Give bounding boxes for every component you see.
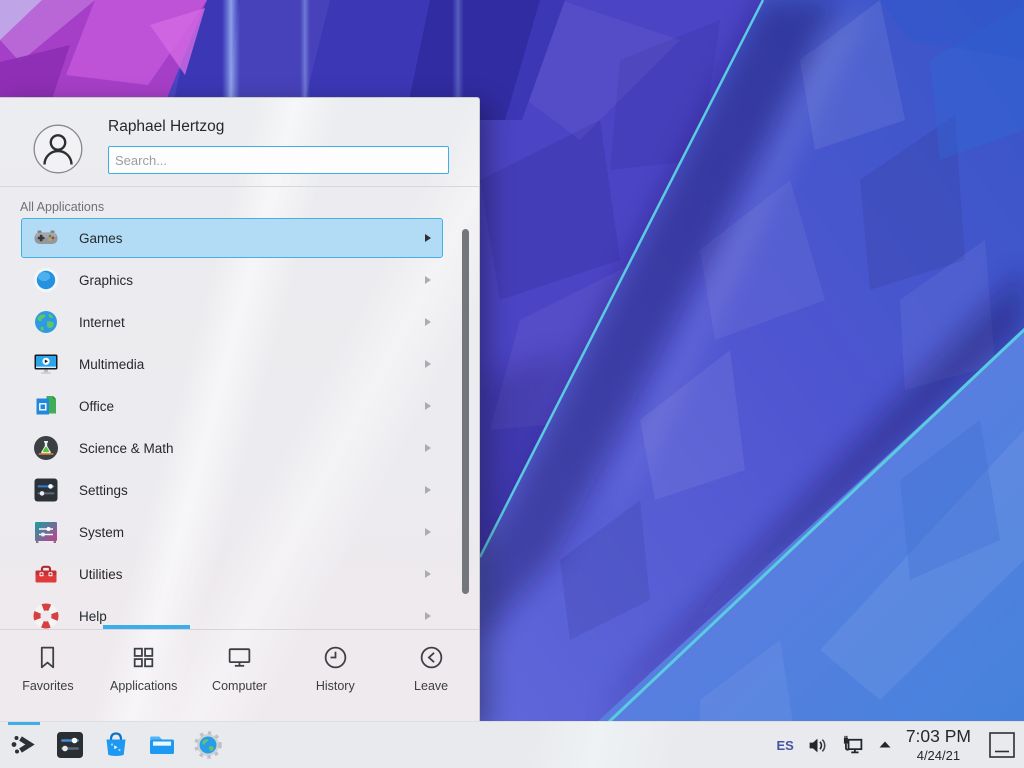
category-row-graphics[interactable]: Graphics: [21, 260, 443, 300]
section-label: All Applications: [20, 200, 104, 214]
tab-history[interactable]: History: [287, 630, 383, 721]
digital-clock[interactable]: 7:03 PM 4/24/21: [906, 728, 971, 762]
tab-label: Applications: [110, 679, 177, 693]
kickoff-launcher-icon: [8, 729, 40, 761]
multimedia-player-icon: [33, 351, 59, 377]
category-list-scrollbar[interactable]: [462, 229, 469, 594]
settings-sliders-icon: [33, 477, 59, 503]
computer-monitor-icon: [226, 644, 253, 671]
system-settings-icon: [54, 729, 86, 761]
system-tray: ES 7:03 PM: [776, 728, 1016, 762]
submenu-arrow-icon: [425, 276, 431, 284]
submenu-arrow-icon: [425, 528, 431, 536]
category-label: Help: [79, 609, 425, 624]
submenu-arrow-icon: [425, 612, 431, 620]
wired-network-icon[interactable]: [841, 734, 864, 757]
category-label: Utilities: [79, 567, 425, 582]
tab-label: Leave: [414, 679, 448, 693]
category-label: Settings: [79, 483, 425, 498]
tab-label: History: [316, 679, 355, 693]
tab-label: Computer: [212, 679, 267, 693]
category-label: Graphics: [79, 273, 425, 288]
category-label: System: [79, 525, 425, 540]
leave-back-icon: [418, 644, 445, 671]
web-browser-button[interactable]: [192, 729, 224, 761]
taskbar-panel: ES 7:03 PM: [0, 721, 1024, 768]
category-row-system[interactable]: System: [21, 512, 443, 552]
volume-icon[interactable]: [807, 735, 828, 756]
tab-leave[interactable]: Leave: [383, 630, 479, 721]
active-tab-indicator: [103, 625, 190, 629]
show-desktop-button[interactable]: [988, 731, 1016, 759]
system-settings-button[interactable]: [54, 729, 86, 761]
category-row-office[interactable]: Office: [21, 386, 443, 426]
user-name: Raphael Hertzog: [108, 118, 224, 136]
taskbar-apps: [8, 729, 224, 761]
category-label: Science & Math: [79, 441, 425, 456]
category-row-settings[interactable]: Settings: [21, 470, 443, 510]
office-documents-icon: [33, 393, 59, 419]
application-launcher-popup: Raphael Hertzog All Applications Games: [0, 97, 480, 722]
system-sliders-icon: [33, 519, 59, 545]
desktop: Raphael Hertzog All Applications Games: [0, 0, 1024, 768]
submenu-arrow-icon: [425, 234, 431, 242]
science-flask-icon: [33, 435, 59, 461]
favorites-bookmark-icon: [34, 644, 61, 671]
tab-computer[interactable]: Computer: [192, 630, 288, 721]
expand-tray-arrow-icon[interactable]: [877, 737, 893, 753]
submenu-arrow-icon: [425, 402, 431, 410]
konqueror-globe-icon: [192, 729, 224, 761]
header-divider: [0, 186, 479, 187]
tab-favorites[interactable]: Favorites: [0, 630, 96, 721]
category-label: Office: [79, 399, 425, 414]
clock-time: 7:03 PM: [906, 728, 971, 746]
submenu-arrow-icon: [425, 360, 431, 368]
applications-grid-icon: [130, 644, 157, 671]
category-label: Multimedia: [79, 357, 425, 372]
submenu-arrow-icon: [425, 444, 431, 452]
dolphin-folder-icon: [146, 729, 178, 761]
category-label: Internet: [79, 315, 425, 330]
category-row-games[interactable]: Games: [21, 218, 443, 258]
history-clock-icon: [322, 644, 349, 671]
discover-bag-icon: [100, 729, 132, 761]
internet-globe-icon: [33, 309, 59, 335]
file-manager-button[interactable]: [146, 729, 178, 761]
active-task-indicator: [8, 722, 40, 725]
user-avatar-icon[interactable]: [33, 124, 83, 174]
gamepad-icon: [33, 225, 59, 251]
launcher-tab-bar: Favorites Applications: [0, 629, 479, 721]
submenu-arrow-icon: [425, 318, 431, 326]
category-row-internet[interactable]: Internet: [21, 302, 443, 342]
tab-label: Favorites: [22, 679, 73, 693]
tab-applications[interactable]: Applications: [96, 630, 192, 721]
category-row-science-math[interactable]: Science & Math: [21, 428, 443, 468]
search-input[interactable]: [108, 146, 449, 174]
utilities-toolbox-icon: [33, 561, 59, 587]
category-row-utilities[interactable]: Utilities: [21, 554, 443, 594]
clock-date: 4/24/21: [906, 749, 971, 762]
category-row-help[interactable]: Help: [21, 596, 443, 631]
help-lifering-icon: [33, 603, 59, 629]
category-row-multimedia[interactable]: Multimedia: [21, 344, 443, 384]
category-list: Games Graphics: [0, 218, 479, 631]
submenu-arrow-icon: [425, 570, 431, 578]
application-launcher-button[interactable]: [8, 729, 40, 761]
submenu-arrow-icon: [425, 486, 431, 494]
discover-button[interactable]: [100, 729, 132, 761]
keyboard-layout-indicator[interactable]: ES: [776, 738, 793, 753]
graphics-sphere-icon: [33, 267, 59, 293]
category-label: Games: [79, 231, 425, 246]
